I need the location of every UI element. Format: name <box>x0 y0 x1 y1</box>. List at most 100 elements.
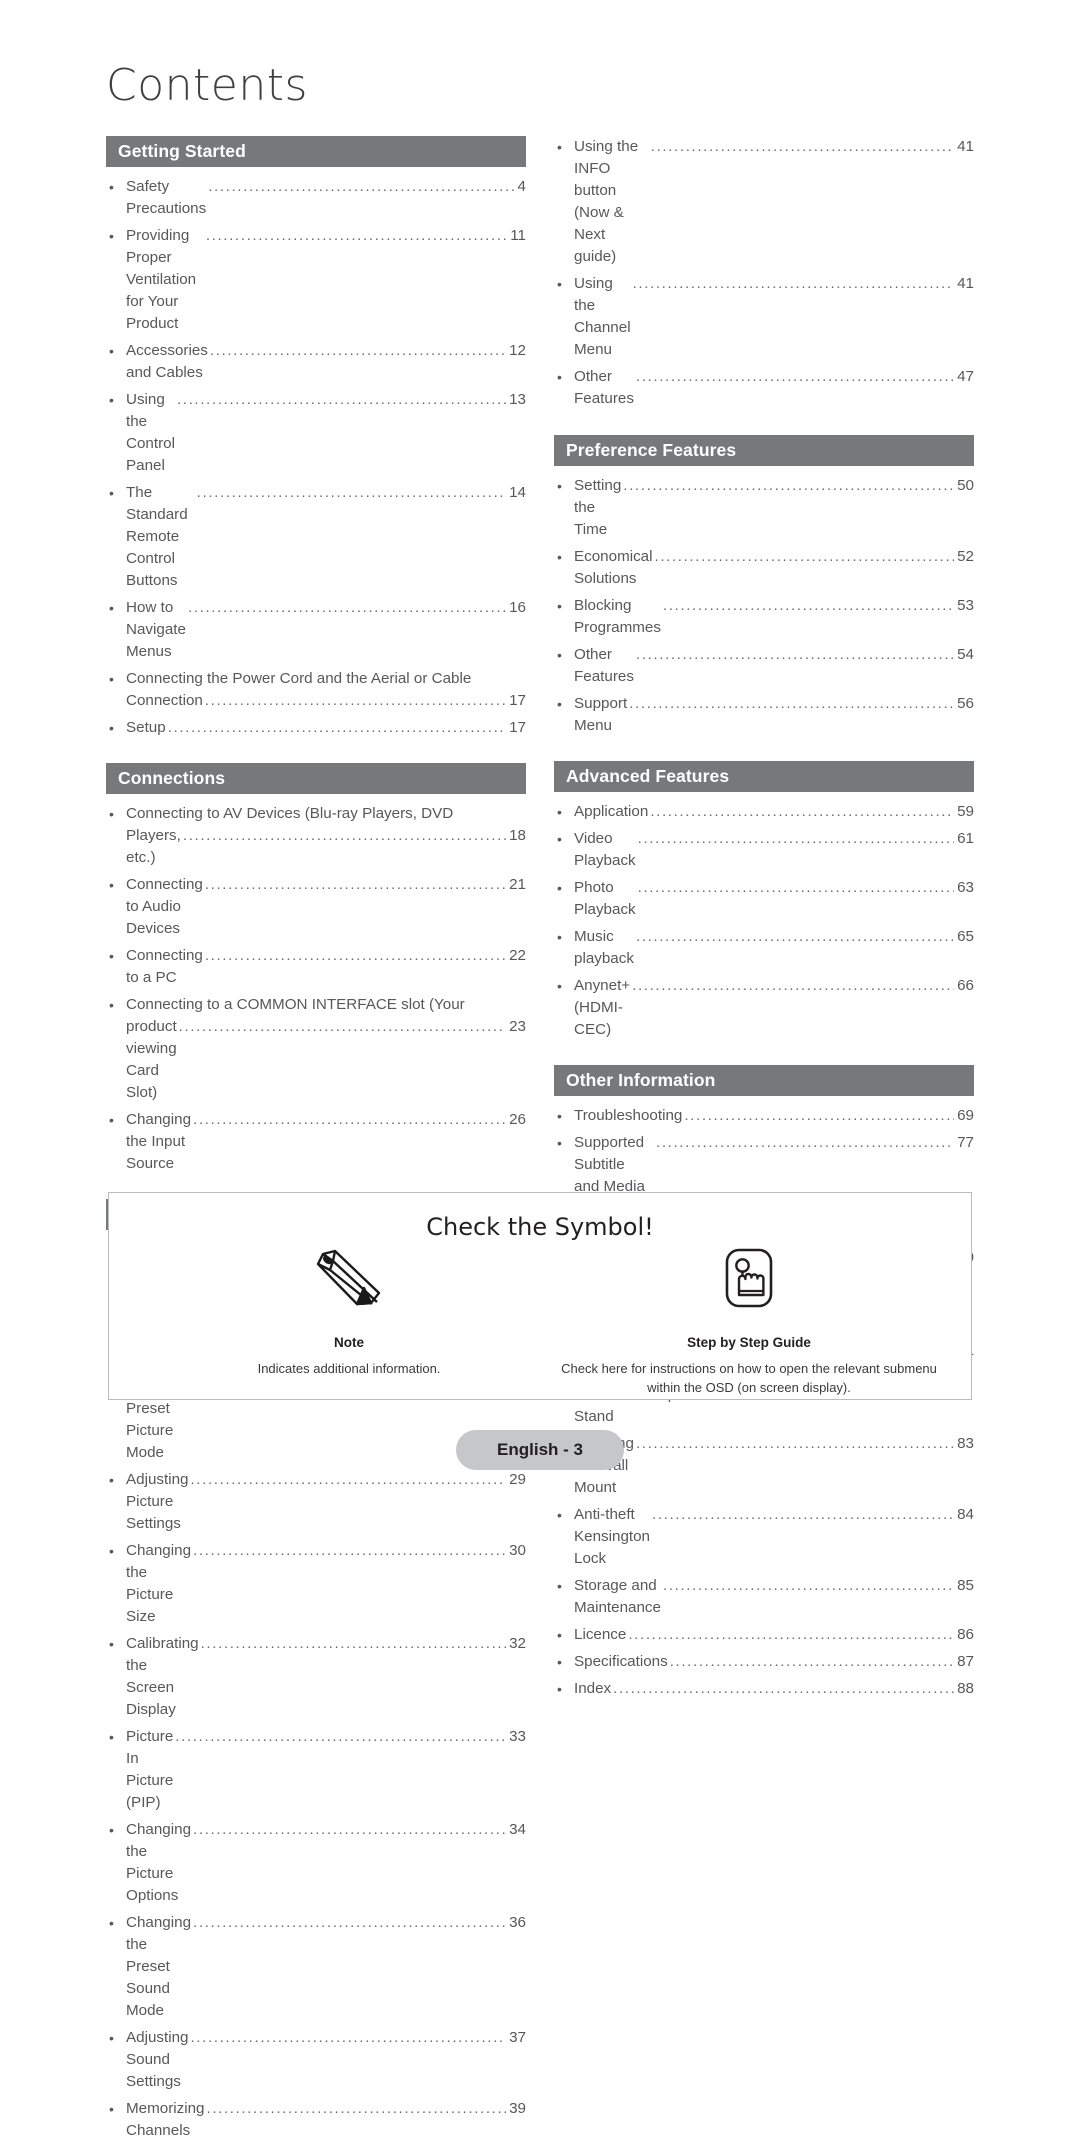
bullet-icon: • <box>557 139 562 155</box>
symbol-item-step-by-step-guide: Step by Step Guide Check here for instru… <box>549 1245 949 1397</box>
toc-entry[interactable]: • How to Navigate Menus..................… <box>106 597 526 663</box>
toc-entry[interactable]: • Photo Playback.........................… <box>554 877 974 921</box>
toc-entry[interactable]: • Calibrating the Screen Display.........… <box>106 1633 526 1721</box>
toc-entry[interactable]: • Using the Channel Menu.................… <box>554 273 974 361</box>
toc-entry[interactable]: • Using the INFO button (Now & Next guide… <box>554 136 974 268</box>
toc-entry-page-number: 37 <box>509 2029 526 2046</box>
toc-entry[interactable]: • Troubleshooting........................… <box>554 1105 974 1127</box>
toc-entry[interactable]: • Blocking Programmes....................… <box>554 595 974 639</box>
bullet-icon: • <box>557 1135 562 1151</box>
toc-entry[interactable]: • Anynet+ (HDMI-CEC).....................… <box>554 975 974 1041</box>
toc-entry[interactable]: • The Standard Remote Control Buttons....… <box>106 482 526 592</box>
toc-entry-title: Connecting the Power Cord and the Aerial… <box>126 670 472 687</box>
toc-entry-title-line2: Connection <box>126 692 203 709</box>
toc-entry-page-number: 54 <box>957 646 974 663</box>
toc-entry[interactable]: • Accessories and Cables.................… <box>106 340 526 384</box>
toc-entry-body: Specifications..........................… <box>574 1651 974 1673</box>
toc-entry-page-number: 14 <box>509 484 526 501</box>
toc-entry-page-number: 33 <box>509 1728 526 1745</box>
bullet-icon: • <box>109 1636 114 1652</box>
bullet-icon: • <box>557 276 562 292</box>
toc-entry-title: Changing the Preset Sound Mode <box>126 1914 192 2019</box>
leader-dots: ........................................… <box>629 695 955 712</box>
toc-entry[interactable]: • Changing the Input Source..............… <box>106 1109 526 1175</box>
leader-dots: ........................................… <box>193 1821 506 1838</box>
toc-entry[interactable]: • Changing the Picture Size..............… <box>106 1540 526 1628</box>
toc-entry[interactable]: • Music playback.........................… <box>554 926 974 970</box>
toc-entry[interactable]: • Adjusting Picture Settings.............… <box>106 1469 526 1535</box>
toc-entry-page-number: 39 <box>509 2100 526 2117</box>
toc-entry[interactable]: • Connecting to a PC.....................… <box>106 945 526 989</box>
toc-entry[interactable]: • Safety Precautions.....................… <box>106 176 526 220</box>
toc-entry-page-number: 17 <box>509 719 526 736</box>
bullet-icon: • <box>557 1108 562 1124</box>
toc-entry-page-number: 26 <box>509 1111 526 1128</box>
toc-entry[interactable]: • Using the Control Panel................… <box>106 389 526 477</box>
toc-entry[interactable]: • Connecting the Power Cord and the Aeria… <box>106 668 526 712</box>
toc-entry-body: Changing the Preset Sound Mode..........… <box>126 1912 526 2022</box>
toc-entry-body: Calibrating the Screen Display..........… <box>126 1633 526 1721</box>
toc-entry-title: Other Features <box>574 368 634 407</box>
symbol-item-note: Note Indicates additional information. <box>169 1245 529 1378</box>
leader-dots: ........................................… <box>684 1107 955 1124</box>
toc-entry-title: Picture In Picture (PIP) <box>126 1728 174 1811</box>
toc-entry[interactable]: • Other Features.........................… <box>554 366 974 410</box>
toc-entry-body: Other Features..........................… <box>574 644 974 688</box>
toc-entry[interactable]: • Licence................................… <box>554 1624 974 1646</box>
toc-entry-page-number: 66 <box>957 977 974 994</box>
toc-entry-title: Connecting to a COMMON INTERFACE slot (Y… <box>126 996 465 1013</box>
toc-entry-page-number: 13 <box>509 391 526 408</box>
toc-entry-page-number: 29 <box>509 1471 526 1488</box>
toc-entry[interactable]: • Connecting to a COMMON INTERFACE slot (… <box>106 994 526 1104</box>
toc-entry-body: Adjusting Picture Settings..............… <box>126 1469 526 1535</box>
toc-entry[interactable]: • Memorizing Channels....................… <box>106 2098 526 2142</box>
leader-dots: ........................................… <box>632 275 955 292</box>
toc-entry[interactable]: • Index..................................… <box>554 1678 974 1700</box>
toc-entry[interactable]: • Other Features.........................… <box>554 644 974 688</box>
toc-entry-page-number: 83 <box>957 1435 974 1452</box>
toc-entry-body: Anti-theft Kensington Lock..............… <box>574 1504 974 1570</box>
leader-dots: ........................................… <box>623 477 954 494</box>
toc-entry-title: Troubleshooting <box>574 1107 683 1124</box>
bullet-icon: • <box>557 1681 562 1697</box>
toc-entry-body: Connecting to Audio Devices.............… <box>126 874 526 940</box>
leader-dots: ........................................… <box>637 830 954 847</box>
toc-entry[interactable]: • Adjusting Sound Settings...............… <box>106 2027 526 2093</box>
toc-entry-page-number: 65 <box>957 928 974 945</box>
toc-entry[interactable]: • Setting the Time.......................… <box>554 475 974 541</box>
toc-entry-page-number: 56 <box>957 695 974 712</box>
toc-entry-body: Video Playback..........................… <box>574 828 974 872</box>
toc-entry-body: Picture In Picture (PIP)................… <box>126 1726 526 1814</box>
toc-entry[interactable]: • Storage and Maintenance................… <box>554 1575 974 1619</box>
toc-entry-body: Changing the Picture Size...............… <box>126 1540 526 1628</box>
toc-entry-page-number: 16 <box>509 599 526 616</box>
toc-entry-title: Changing the Picture Size <box>126 1542 192 1625</box>
bullet-icon: • <box>557 1627 562 1643</box>
toc-entry-title: Changing the Input Source <box>126 1111 192 1172</box>
bullet-icon: • <box>557 647 562 663</box>
toc-entry-title: Memorizing Channels <box>126 2100 205 2139</box>
toc-entry-body: Troubleshooting.........................… <box>574 1105 974 1127</box>
toc-entry[interactable]: • Connecting to AV Devices (Blu-ray Playe… <box>106 803 526 869</box>
toc-entry[interactable]: • Support Menu...........................… <box>554 693 974 737</box>
toc-entry-page-number: 59 <box>957 803 974 820</box>
toc-entry[interactable]: • Setup..................................… <box>106 717 526 739</box>
toc-entry-body: Blocking Programmes.....................… <box>574 595 974 639</box>
toc-entry[interactable]: • Changing the Picture Options...........… <box>106 1819 526 1907</box>
toc-entry-body: Safety Precautions......................… <box>126 176 526 220</box>
toc-entry[interactable]: • Application............................… <box>554 801 974 823</box>
leader-dots: ........................................… <box>204 947 506 964</box>
toc-entry-body: Accessories and Cables..................… <box>126 340 526 384</box>
leader-dots: ........................................… <box>204 876 506 893</box>
toc-entry-body: Adjusting Sound Settings................… <box>126 2027 526 2093</box>
toc-entry[interactable]: • Economical Solutions...................… <box>554 546 974 590</box>
toc-entry[interactable]: • Anti-theft Kensington Lock.............… <box>554 1504 974 1570</box>
toc-entry[interactable]: • Video Playback.........................… <box>554 828 974 872</box>
toc-entry[interactable]: • Specifications.........................… <box>554 1651 974 1673</box>
toc-entry[interactable]: • Picture In Picture (PIP)...............… <box>106 1726 526 1814</box>
toc-entry[interactable]: • Changing the Preset Sound Mode.........… <box>106 1912 526 2022</box>
bullet-icon: • <box>109 1112 114 1128</box>
toc-entry[interactable]: • Providing Proper Ventilation for Your P… <box>106 225 526 335</box>
toc-entry-page-number: 77 <box>957 1134 974 1151</box>
toc-entry[interactable]: • Connecting to Audio Devices............… <box>106 874 526 940</box>
